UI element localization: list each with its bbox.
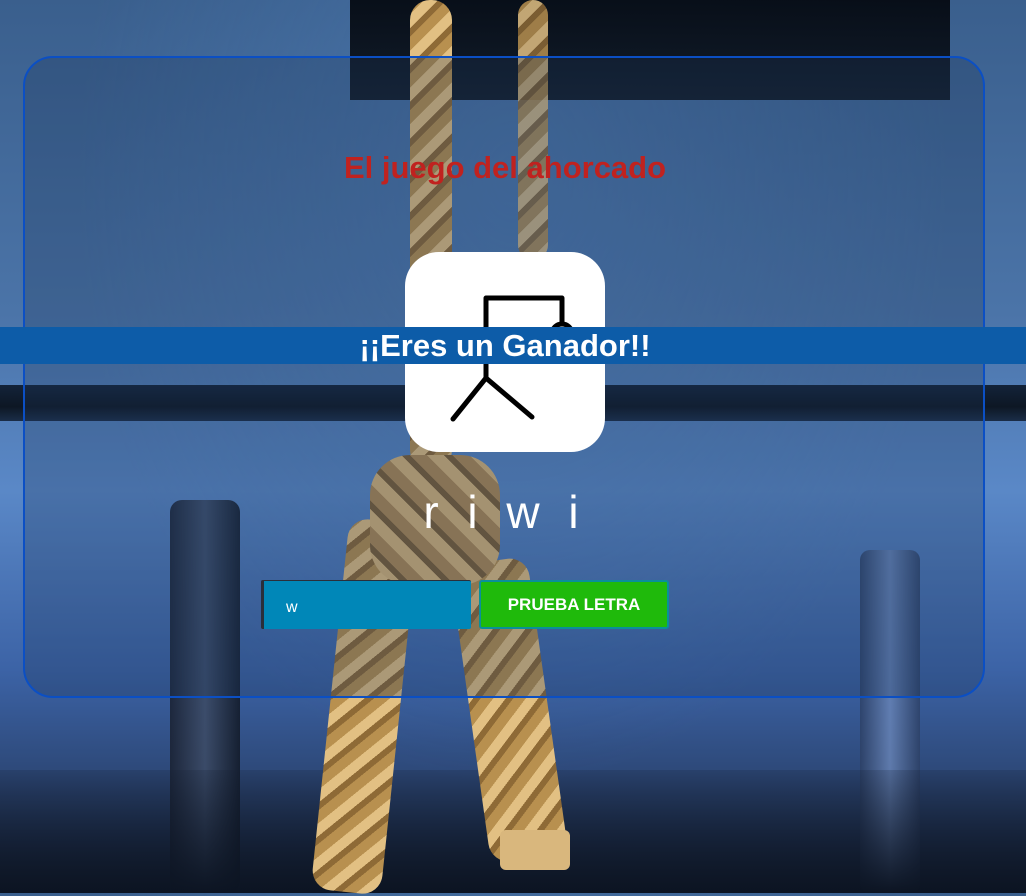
winner-banner: ¡¡Eres un Ganador!! (0, 327, 1026, 364)
letter-input[interactable] (261, 580, 471, 629)
game-title: El juego del ahorcado (343, 150, 667, 185)
word-display: r i w i (423, 486, 587, 538)
background-floor (0, 770, 1026, 893)
background-rope-tip (500, 830, 570, 870)
try-letter-button[interactable]: PRUEBA LETRA (479, 580, 669, 629)
